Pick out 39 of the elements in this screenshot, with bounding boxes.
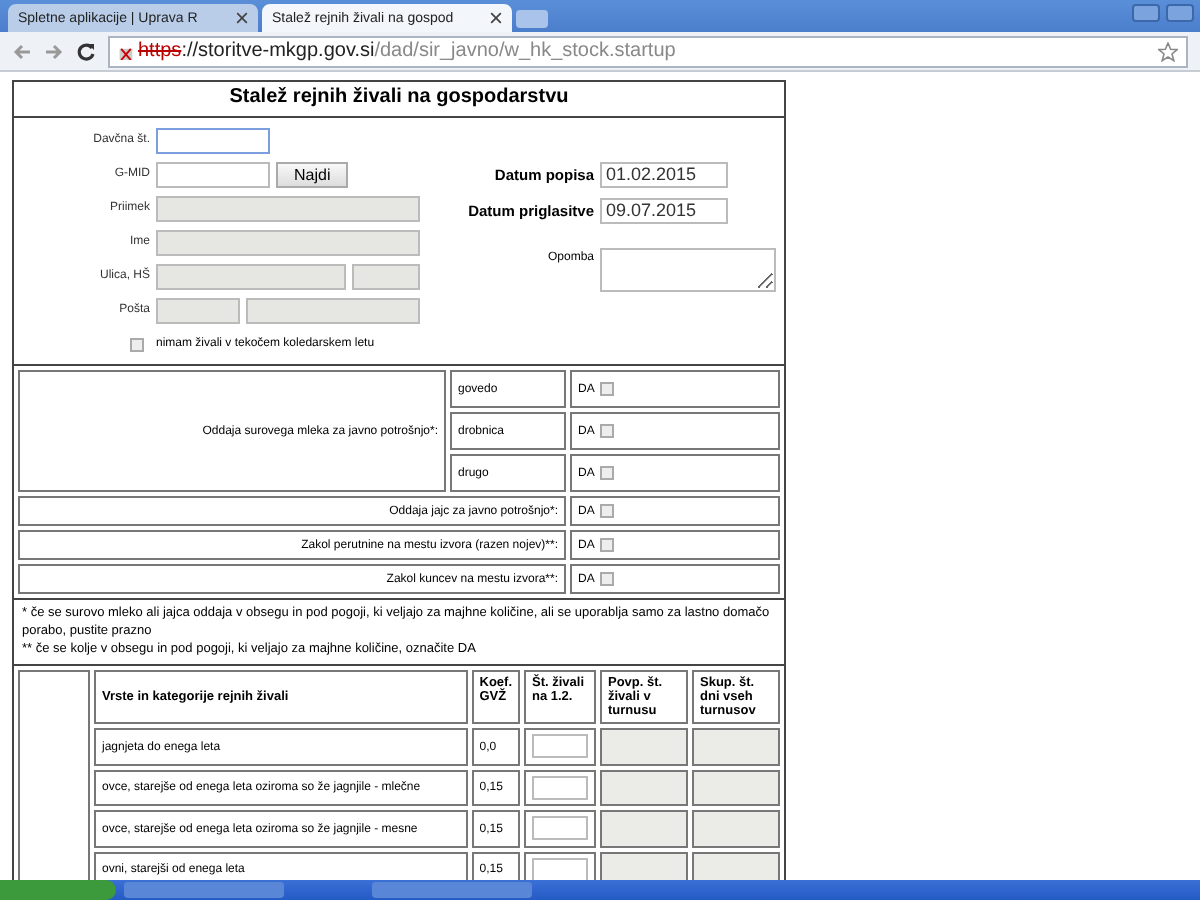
table-cell [692,769,780,807]
checkbox[interactable] [600,382,615,396]
table-cell [692,810,780,848]
url-text: https://storitve-mkgp.gov.si/dad/sir_javno/w_hk_stock.startup [138,40,676,62]
close-icon[interactable] [236,12,248,24]
table-cell [600,769,688,807]
form-title: Stalež rejnih živali na gospodarstvu [14,82,784,118]
checkbox[interactable] [600,538,615,552]
star-icon[interactable] [1158,41,1178,61]
close-icon[interactable] [490,12,502,24]
find-button[interactable]: Najdi [276,161,349,187]
count-field[interactable] [532,775,588,800]
checkbox[interactable] [600,572,615,586]
checkbox[interactable] [600,466,615,480]
maximize-button[interactable] [1166,4,1194,22]
start-button[interactable] [0,880,116,900]
table-cell [600,728,688,766]
new-tab-button[interactable] [516,10,548,28]
forward-icon[interactable] [44,41,64,61]
address-bar[interactable]: https://storitve-mkgp.gov.si/dad/sir_javno/w_hk_stock.startup [108,35,1188,67]
table-cell [692,851,780,880]
back-icon[interactable] [12,41,32,61]
reload-icon[interactable] [76,41,96,61]
input-field[interactable] [156,127,270,153]
input-field[interactable] [156,161,270,187]
checkbox[interactable] [600,504,615,518]
broken-lock-icon [118,43,134,59]
date-field[interactable]: 01.02.2015 [600,161,728,187]
note-field[interactable] [600,248,776,292]
count-field[interactable] [532,857,588,880]
count-field[interactable] [532,816,588,841]
date-field[interactable]: 09.07.2015 [600,197,728,223]
count-field[interactable] [532,734,588,759]
table-cell [600,810,688,848]
table-cell [692,728,780,766]
checkbox[interactable] [600,424,615,438]
minimize-button[interactable] [1132,4,1160,22]
table-cell [600,851,688,880]
checkbox[interactable] [130,337,144,351]
